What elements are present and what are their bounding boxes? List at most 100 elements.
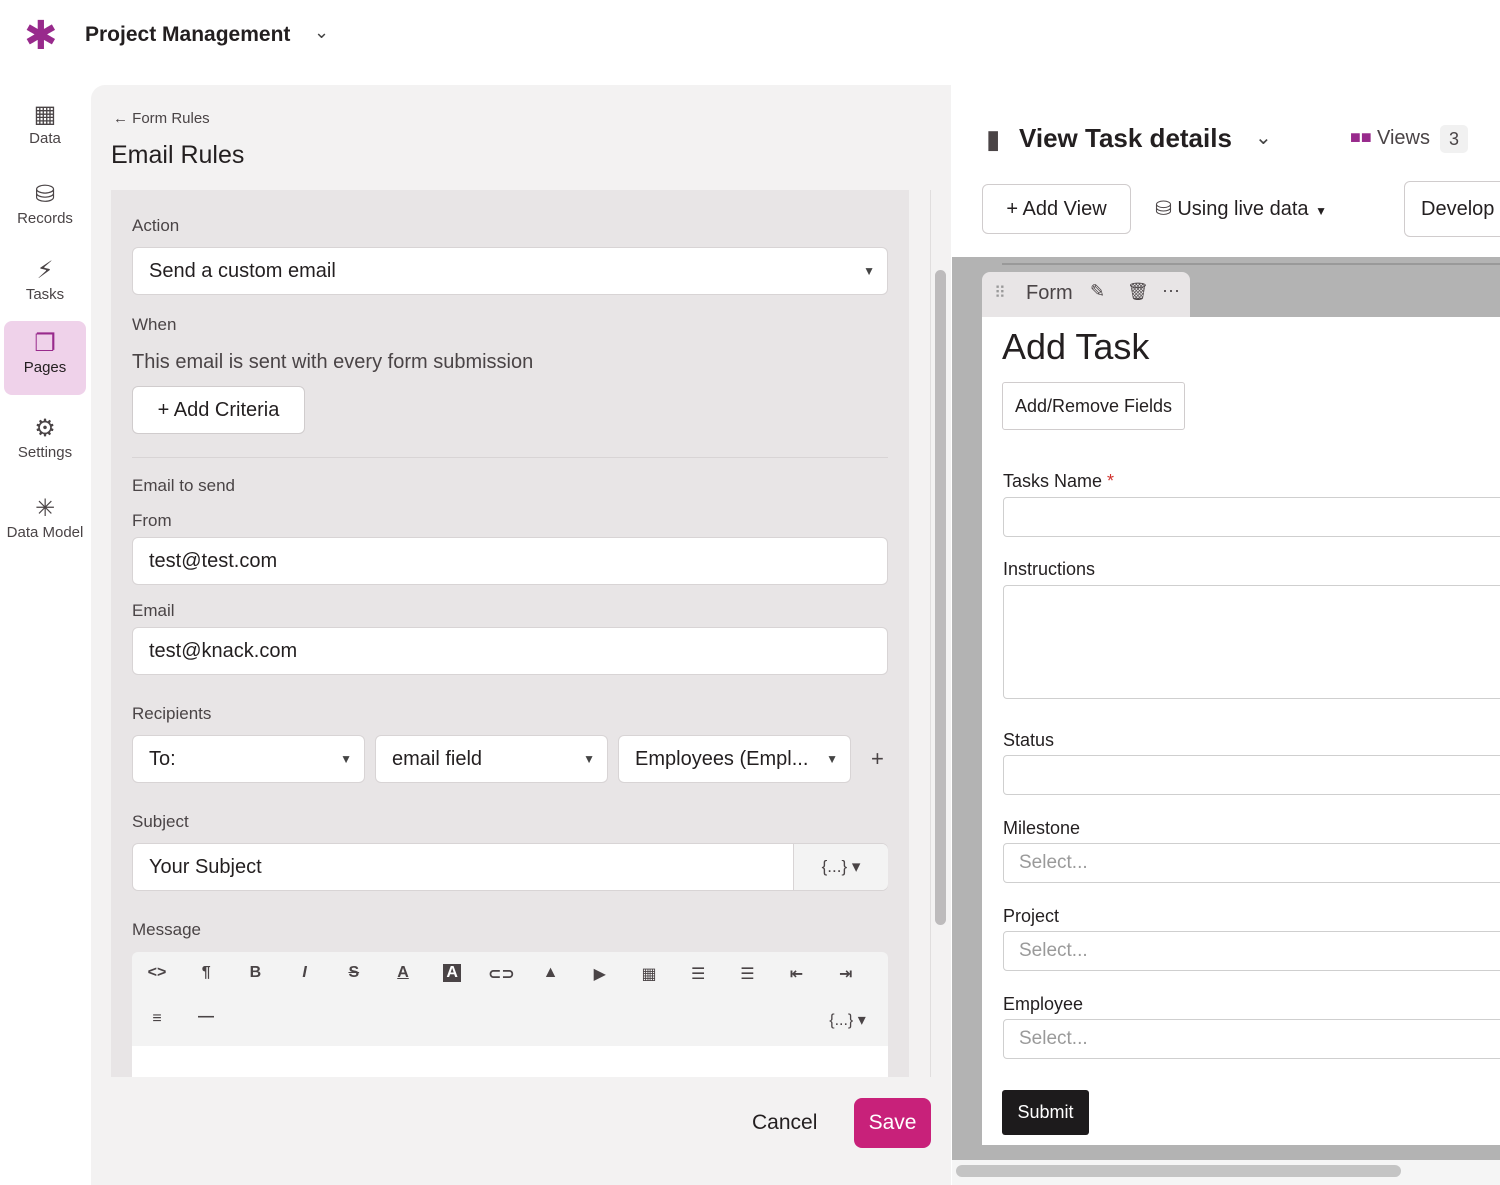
view-tab-label: Form xyxy=(1026,282,1073,304)
code-view-icon[interactable]: <> xyxy=(142,964,172,982)
numbered-list-icon[interactable]: ☰ xyxy=(732,964,762,984)
tasks-name-input[interactable] xyxy=(1003,497,1500,537)
video-icon[interactable]: ▶ xyxy=(585,964,615,984)
sidebar-item-settings[interactable]: ⚙ Settings xyxy=(4,406,86,480)
instructions-textarea[interactable] xyxy=(1003,585,1500,699)
add-recipient-plus-icon[interactable]: + xyxy=(871,746,884,772)
form-title: Add Task xyxy=(1002,326,1150,367)
align-left-icon[interactable]: ≡ xyxy=(142,1010,172,1028)
table-icon: ▦ xyxy=(33,101,57,128)
breadcrumb[interactable]: ← Form Rules xyxy=(113,110,210,127)
when-label: When xyxy=(132,315,177,334)
sidebar-item-pages[interactable]: ❐ Pages xyxy=(4,321,86,395)
add-view-button[interactable]: + Add View xyxy=(982,184,1131,234)
more-icon[interactable]: ··· xyxy=(1162,280,1180,301)
field-label-employee: Employee xyxy=(1003,994,1084,1014)
divider xyxy=(1002,263,1500,265)
message-label: Message xyxy=(132,920,201,939)
page-title: Email Rules xyxy=(111,141,245,169)
outdent-icon[interactable]: ⇤ xyxy=(782,964,812,984)
caret-down-icon: ▼ xyxy=(340,752,352,766)
message-editor[interactable] xyxy=(132,1046,888,1077)
horizontal-rule-icon[interactable]: — xyxy=(191,1008,221,1026)
sidebar-item-label: Settings xyxy=(17,444,73,461)
required-marker: * xyxy=(1107,471,1115,491)
recipient-connection-value: Employees (Empl... xyxy=(635,748,809,770)
paragraph-icon[interactable]: ¶ xyxy=(191,964,221,982)
bullet-list-icon[interactable]: ☰ xyxy=(683,964,713,984)
add-view-label: Add View xyxy=(1022,198,1107,220)
views-label[interactable]: Views xyxy=(1377,127,1430,150)
field-label-tasks-name: Tasks Name * xyxy=(1003,471,1115,491)
arrow-left-icon: ← xyxy=(113,110,133,127)
caret-down-icon: ▼ xyxy=(583,752,595,766)
project-select[interactable]: Select... xyxy=(1003,931,1500,971)
chevron-down-icon[interactable]: ⌄ xyxy=(314,22,329,43)
submit-button[interactable]: Submit xyxy=(1002,1090,1089,1135)
sidebar-item-tasks[interactable]: ⚡ Tasks xyxy=(4,248,86,322)
recipients-label: Recipients xyxy=(132,704,212,723)
sidebar-item-label: Records xyxy=(17,210,73,227)
email-to-send-label: Email to send xyxy=(132,476,235,495)
action-select[interactable]: Send a custom email ▼ xyxy=(132,247,888,295)
insert-field-button[interactable]: {...} ▾ xyxy=(793,844,888,890)
indent-icon[interactable]: ⇥ xyxy=(831,964,861,984)
live-data-label: Using live data xyxy=(1177,198,1309,220)
pages-icon: ❐ xyxy=(34,330,56,357)
save-button[interactable]: Save xyxy=(854,1098,931,1148)
employee-select[interactable]: Select... xyxy=(1003,1019,1500,1059)
table-icon[interactable]: ▦ xyxy=(634,964,664,984)
image-icon[interactable]: ▲ xyxy=(536,964,566,982)
sidebar-item-data-model[interactable]: ✳ Data Model xyxy=(2,486,88,560)
vertical-scrollbar[interactable] xyxy=(935,270,946,925)
milestone-select[interactable]: Select... xyxy=(1003,843,1500,883)
bolt-icon: ⚡ xyxy=(36,257,54,284)
bold-icon[interactable]: B xyxy=(240,964,270,982)
sidebar-item-label: Data xyxy=(29,130,61,147)
drag-handle-icon[interactable]: ⠿ xyxy=(994,283,1006,303)
insert-field-icon[interactable]: {...} ▾ xyxy=(820,1010,875,1030)
subject-input-group: Your Subject {...} ▾ xyxy=(132,843,888,891)
add-remove-fields-button[interactable]: Add/Remove Fields xyxy=(1002,382,1185,430)
field-label-project: Project xyxy=(1003,906,1060,926)
strikethrough-icon[interactable]: S xyxy=(339,964,369,982)
when-text: This email is sent with every form submi… xyxy=(132,351,534,373)
app-title[interactable]: Project Management xyxy=(85,23,290,47)
from-label: From xyxy=(132,511,172,530)
sidebar-item-label: Pages xyxy=(23,359,67,376)
asterisk-logo[interactable]: ✱ xyxy=(24,16,58,56)
italic-icon[interactable]: I xyxy=(290,964,320,982)
highlight-icon[interactable]: A xyxy=(443,964,462,982)
action-value: Send a custom email xyxy=(149,260,336,282)
action-label: Action xyxy=(132,216,180,235)
views-icon: ■■ xyxy=(1350,127,1372,147)
email-label: Email xyxy=(132,601,175,620)
from-input[interactable]: test@test.com xyxy=(132,537,888,585)
recipient-field-value: email field xyxy=(392,748,483,770)
recipient-connection-select[interactable]: Employees (Empl... ▼ xyxy=(618,735,851,783)
view-tab[interactable]: ⠿ Form ✎ 🗑 ··· xyxy=(982,272,1190,317)
recipient-field-select[interactable]: email field ▼ xyxy=(375,735,608,783)
status-input[interactable] xyxy=(1003,755,1500,795)
horizontal-scrollbar[interactable] xyxy=(956,1165,1401,1177)
sidebar-item-data[interactable]: ▦ Data xyxy=(4,92,86,166)
email-input[interactable]: test@knack.com xyxy=(132,627,888,675)
add-criteria-button[interactable]: + Add Criteria xyxy=(132,386,305,434)
sidebar-item-records[interactable]: ⛁ Records xyxy=(4,172,86,246)
plus-icon: + xyxy=(1006,198,1023,220)
font-color-icon[interactable]: A xyxy=(388,964,418,982)
caret-down-icon: ▼ xyxy=(1308,204,1328,218)
subject-label: Subject xyxy=(132,812,189,831)
chevron-down-icon[interactable]: ⌄ xyxy=(1255,125,1272,150)
gear-icon: ⚙ xyxy=(34,415,56,442)
cancel-button[interactable]: Cancel xyxy=(752,1111,817,1135)
page-title-right[interactable]: View Task details xyxy=(1019,123,1232,154)
recipient-type-select[interactable]: To: ▼ xyxy=(132,735,365,783)
pencil-icon[interactable]: ✎ xyxy=(1090,281,1105,302)
trash-icon[interactable]: 🗑 xyxy=(1127,282,1149,302)
link-icon[interactable]: ⊂⊃ xyxy=(486,964,516,984)
live-data-toggle[interactable]: ⛁ Using live data ▼ xyxy=(1155,196,1327,221)
field-label-status: Status xyxy=(1003,730,1055,750)
subject-input[interactable]: Your Subject xyxy=(149,844,262,890)
develop-button[interactable]: Develop xyxy=(1404,181,1500,237)
